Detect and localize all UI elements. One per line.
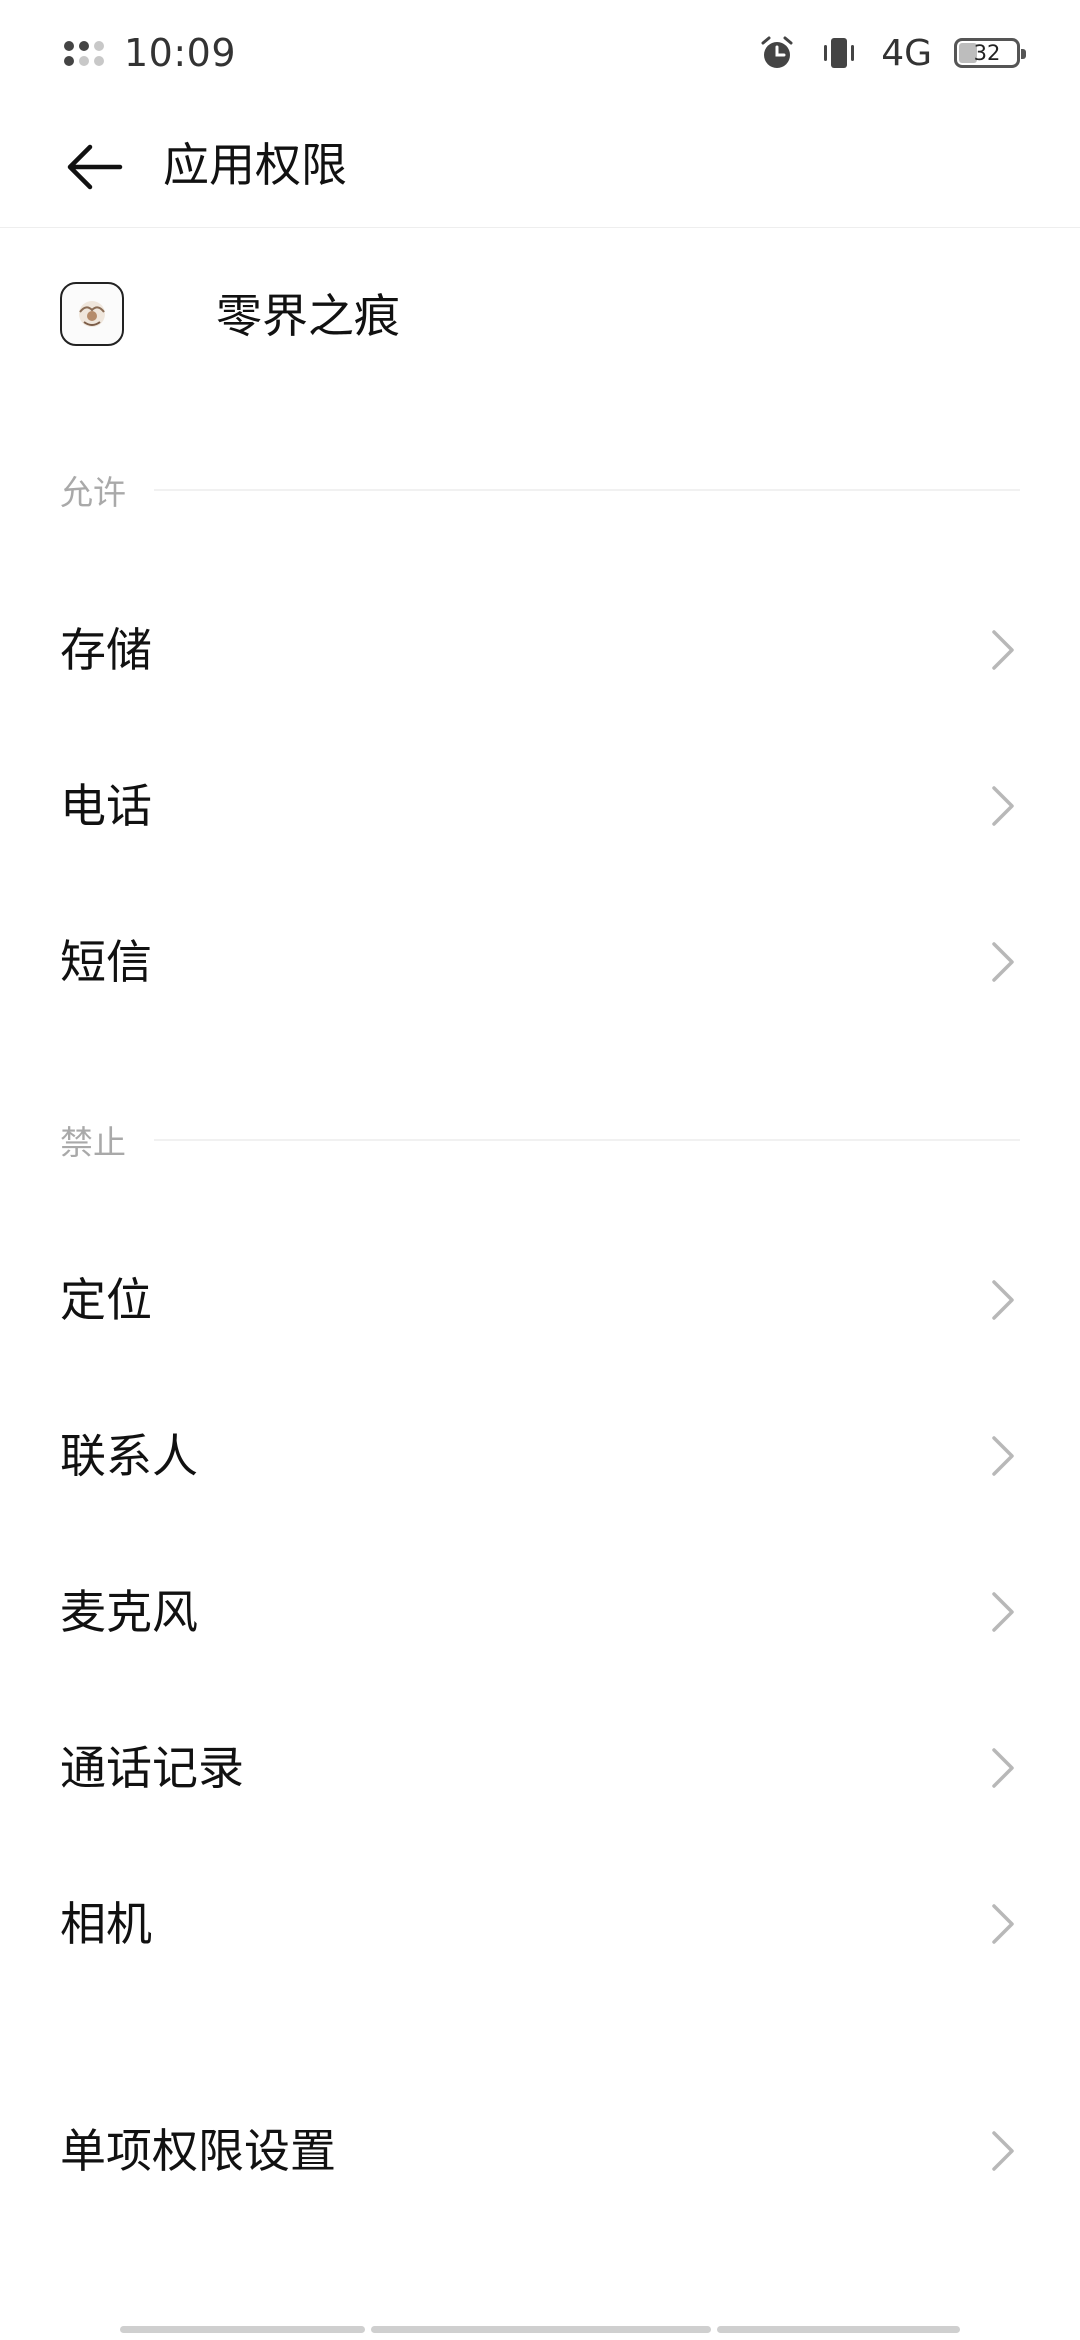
back-button[interactable]	[56, 129, 132, 205]
back-arrow-icon	[67, 144, 123, 190]
chevron-right-icon	[992, 2131, 1014, 2171]
individual-permission-settings-row[interactable]: 单项权限设置	[0, 2076, 1080, 2226]
battery-icon: 32	[954, 38, 1026, 68]
permission-row-sms[interactable]: 短信	[0, 887, 1080, 1037]
vibrate-icon	[824, 38, 855, 68]
permission-label: 麦克风	[60, 1585, 198, 1639]
alarm-icon	[761, 36, 793, 68]
chevron-right-icon	[992, 630, 1014, 670]
individual-settings-label: 单项权限设置	[60, 2124, 336, 2178]
chevron-right-icon	[992, 1592, 1014, 1632]
navigation-gesture-bar	[120, 2326, 960, 2334]
signal-icon	[64, 40, 104, 66]
status-right: 4G 32	[735, 28, 1026, 78]
permission-row-call-log[interactable]: 通话记录	[0, 1693, 1080, 1843]
chevron-right-icon	[992, 1748, 1014, 1788]
network-type: 4G	[881, 32, 932, 74]
app-icon	[60, 282, 124, 346]
status-bar: 10:09 4G 32	[0, 0, 1080, 105]
permission-row-microphone[interactable]: 麦克风	[0, 1537, 1080, 1687]
section-label-denied: 禁止	[60, 1123, 126, 1162]
permission-label: 短信	[60, 935, 152, 989]
permission-label: 存储	[60, 623, 152, 677]
section-divider	[154, 1139, 1020, 1141]
app-name: 零界之痕	[216, 289, 400, 343]
app-info-row: 零界之痕	[0, 250, 1080, 380]
section-divider	[154, 489, 1020, 491]
permission-row-contacts[interactable]: 联系人	[0, 1381, 1080, 1531]
chevron-right-icon	[992, 1280, 1014, 1320]
permission-label: 相机	[60, 1897, 152, 1951]
section-header-allowed: 允许	[60, 465, 1020, 515]
permission-row-storage[interactable]: 存储	[0, 575, 1080, 725]
permission-row-phone[interactable]: 电话	[0, 731, 1080, 881]
permission-label: 联系人	[60, 1429, 198, 1483]
chevron-right-icon	[992, 1904, 1014, 1944]
permission-row-location[interactable]: 定位	[0, 1225, 1080, 1375]
permission-row-camera[interactable]: 相机	[0, 1849, 1080, 1999]
permission-label: 通话记录	[60, 1741, 244, 1795]
battery-percent: 32	[973, 41, 1001, 65]
section-label-allowed: 允许	[60, 473, 126, 512]
chevron-right-icon	[992, 786, 1014, 826]
page-title: 应用权限	[163, 138, 347, 192]
permission-label: 定位	[60, 1273, 152, 1327]
status-time: 10:09	[124, 31, 237, 75]
chevron-right-icon	[992, 1436, 1014, 1476]
app-logo-icon	[79, 301, 105, 327]
header: 应用权限	[0, 105, 1080, 228]
permission-label: 电话	[60, 779, 152, 833]
status-left: 10:09	[64, 30, 236, 76]
section-header-denied: 禁止	[60, 1115, 1020, 1165]
chevron-right-icon	[992, 942, 1014, 982]
